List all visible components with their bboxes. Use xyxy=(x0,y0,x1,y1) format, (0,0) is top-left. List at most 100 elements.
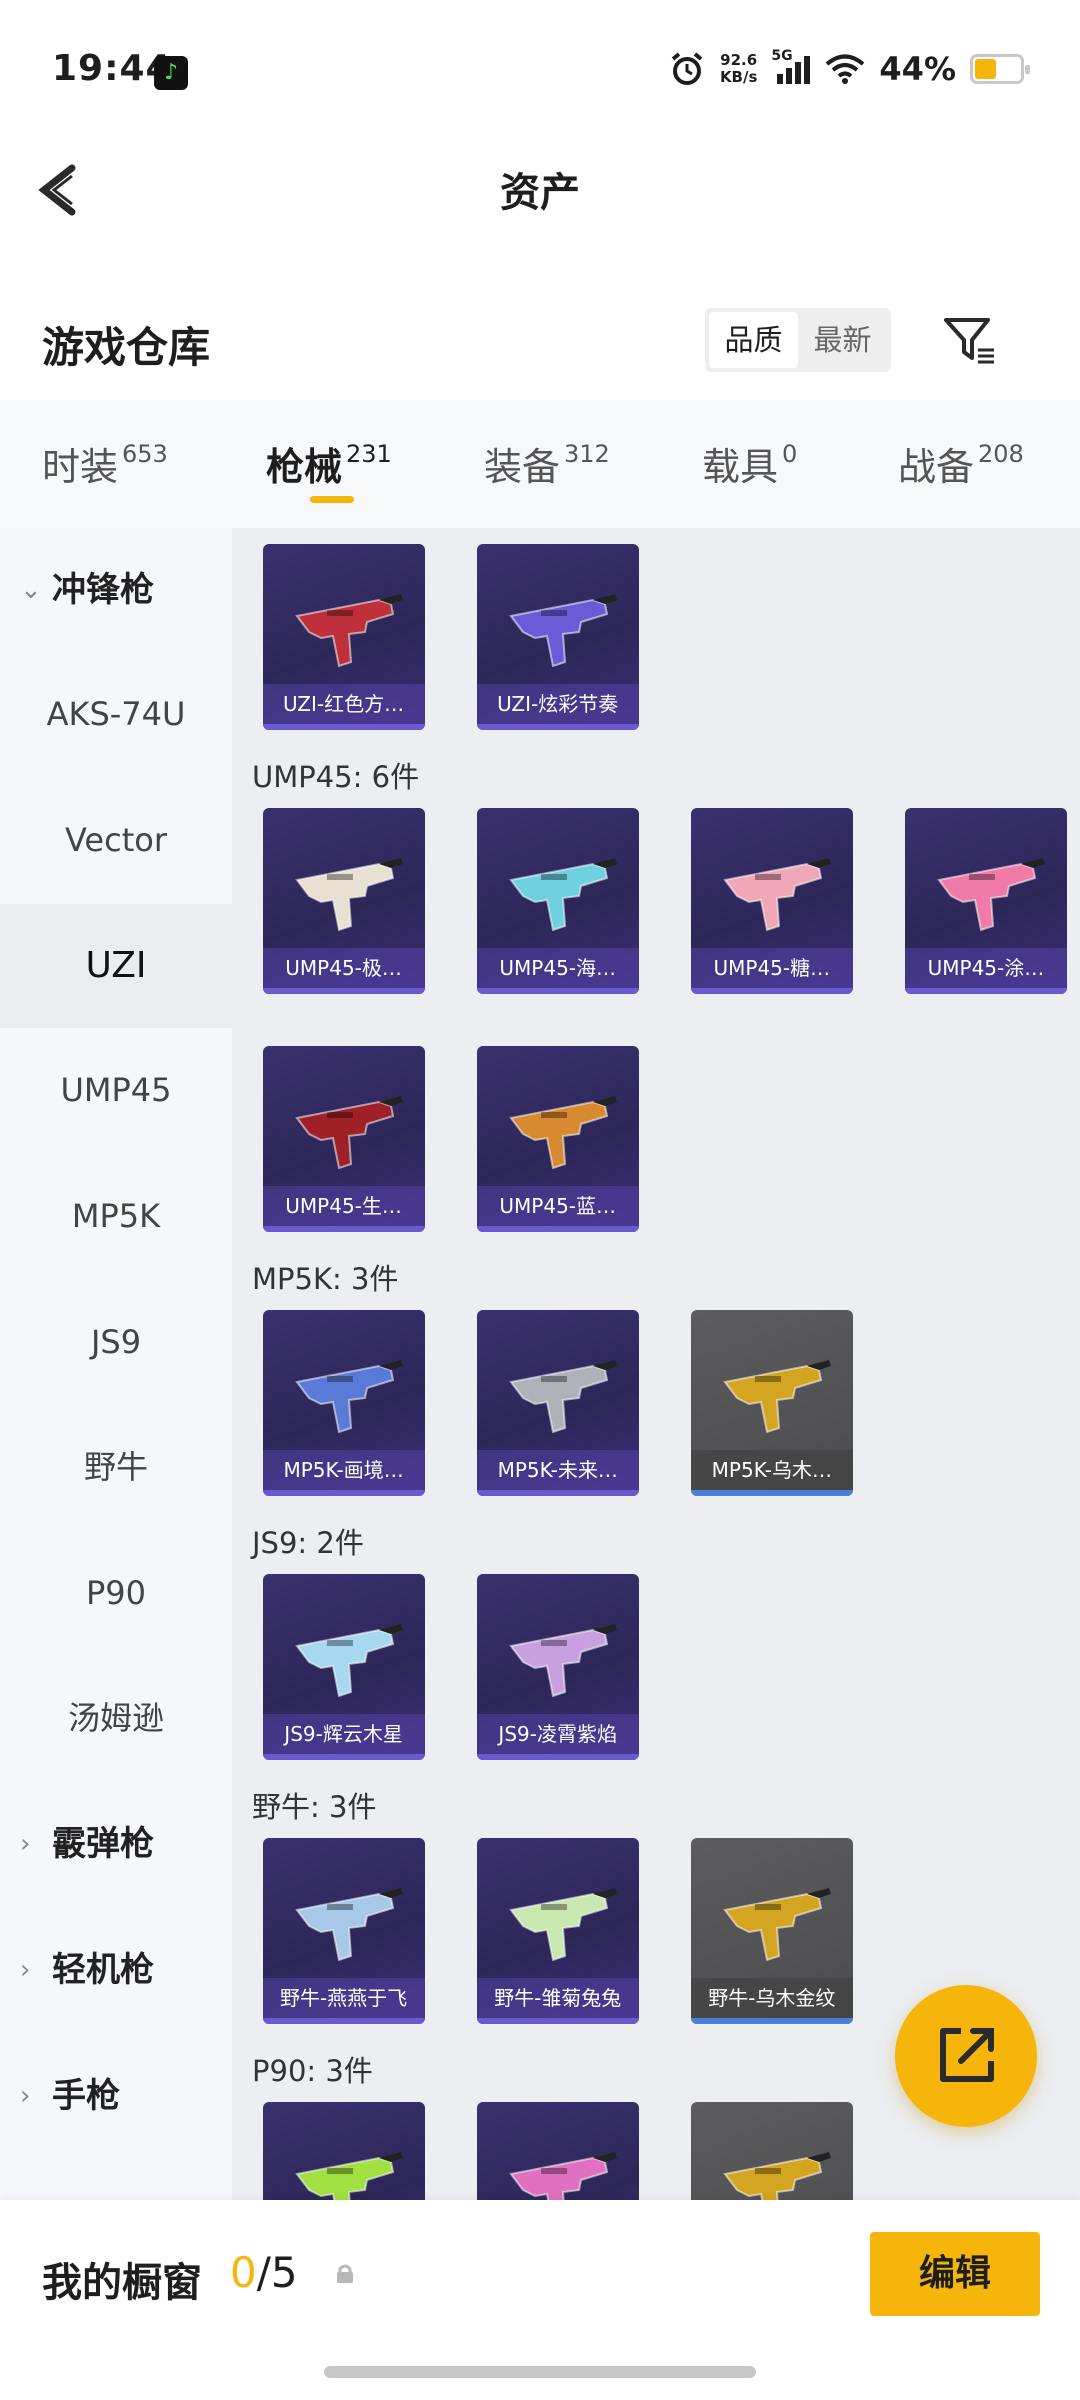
weapon-icon xyxy=(508,858,617,932)
weapon-card[interactable]: UZI-炫彩节奏 xyxy=(476,544,639,730)
section-title: 野牛: 3件 xyxy=(252,1790,377,1824)
weapon-card[interactable]: UZI-红色方… xyxy=(262,544,425,730)
section-title: UMP45: 6件 xyxy=(252,760,420,794)
page-title: 资产 xyxy=(500,170,580,216)
weapon-card-label: 野牛-乌木金纹 xyxy=(690,1978,853,2018)
rarity-bar xyxy=(690,2018,853,2024)
alarm-icon xyxy=(671,52,703,85)
sort-toggle: 品质 最新 xyxy=(705,308,891,372)
weapon-card[interactable]: 野牛-乌木金纹 xyxy=(690,1838,853,2024)
tab-equipment[interactable]: 装备 312 xyxy=(484,436,610,491)
battery-percent: 44% xyxy=(879,50,956,88)
tab-supplies[interactable]: 战备 208 xyxy=(898,436,1024,491)
weapon-card[interactable]: UMP45-糖… xyxy=(690,808,853,994)
weapon-card[interactable] xyxy=(690,2102,853,2200)
sidebar-item-uzi[interactable]: UZI xyxy=(0,904,232,1028)
sidebar-item-ump45[interactable]: UMP45 xyxy=(0,1028,232,1152)
filter-button[interactable] xyxy=(940,310,1000,370)
weapon-card[interactable] xyxy=(262,2102,425,2200)
sidebar-item-aks74u[interactable]: AKS-74U xyxy=(0,652,232,776)
category-tabs: 时装 653 枪械 231 装备 312 载具 0 战备 208 xyxy=(0,400,1080,528)
sort-quality-option[interactable]: 品质 xyxy=(709,312,798,368)
weapon-card[interactable]: MP5K-未来… xyxy=(476,1310,639,1496)
weapon-card-label: UZI-红色方… xyxy=(262,684,425,724)
share-fab[interactable] xyxy=(895,1985,1037,2127)
active-tab-indicator xyxy=(310,496,354,503)
weapon-card[interactable]: 野牛-燕燕于飞 xyxy=(262,1838,425,2024)
warehouse-title: 游戏仓库 xyxy=(42,323,211,372)
weapon-icon xyxy=(294,858,403,932)
sidebar-item-js9[interactable]: JS9 xyxy=(0,1280,232,1404)
sidebar-group-smg[interactable]: ⌄ 冲锋枪 xyxy=(0,528,232,652)
weapon-card-label: UZI-炫彩节奏 xyxy=(476,684,639,724)
rarity-bar xyxy=(262,1754,425,1760)
sidebar-item-bizon[interactable]: 野牛 xyxy=(0,1405,232,1529)
edit-button[interactable]: 编辑 xyxy=(870,2232,1040,2316)
app-header: 资产 xyxy=(0,140,1080,270)
wifi-icon xyxy=(826,54,865,84)
weapon-card[interactable]: JS9-凌霄紫焰 xyxy=(476,1574,639,1760)
rarity-bar xyxy=(262,724,425,730)
weapon-card-label: UMP45-糖… xyxy=(690,948,853,988)
chevron-right-icon: › xyxy=(20,2081,31,2111)
sidebar-group-lmg[interactable]: › 轻机枪 xyxy=(0,1908,232,2032)
weapon-card[interactable]: UMP45-蓝… xyxy=(476,1046,639,1232)
weapon-icon xyxy=(508,594,617,668)
rarity-bar xyxy=(476,1754,639,1760)
weapon-card-label: JS9-辉云木星 xyxy=(262,1714,425,1754)
weapon-card[interactable] xyxy=(476,2102,639,2200)
weapon-icon xyxy=(294,1360,403,1434)
weapon-icon xyxy=(294,1096,403,1170)
weapon-card[interactable]: JS9-辉云木星 xyxy=(262,1574,425,1760)
warehouse-header: 游戏仓库 品质 最新 xyxy=(0,290,1080,400)
weapon-card[interactable]: UMP45-生… xyxy=(262,1046,425,1232)
weapon-card[interactable]: UMP45-极… xyxy=(262,808,425,994)
weapon-card-label: 野牛-燕燕于飞 xyxy=(262,1978,425,2018)
weapon-card[interactable]: MP5K-乌木… xyxy=(690,1310,853,1496)
rarity-bar xyxy=(476,1490,639,1496)
weapon-card-label: 野牛-雏菊兔兔 xyxy=(476,1978,639,2018)
weapon-card-label: UMP45-生… xyxy=(262,1186,425,1226)
weapon-icon xyxy=(723,2152,831,2200)
weapon-icon xyxy=(723,1888,831,1962)
section-title: P90: 3件 xyxy=(252,2054,373,2088)
rarity-bar xyxy=(262,1226,425,1232)
weapon-card-label: UMP45-涂… xyxy=(904,948,1067,988)
sidebar-item-thompson[interactable]: 汤姆逊 xyxy=(0,1656,232,1780)
weapon-icon xyxy=(508,2152,617,2200)
weapon-icon xyxy=(294,1888,403,1962)
chevron-down-icon: ⌄ xyxy=(20,575,42,605)
weapon-icon xyxy=(723,1360,831,1434)
rarity-bar xyxy=(904,988,1067,994)
showcase-label: 我的橱窗 xyxy=(42,2260,202,2306)
sort-newest-option[interactable]: 最新 xyxy=(798,312,887,368)
weapon-card[interactable]: 野牛-雏菊兔兔 xyxy=(476,1838,639,2024)
weapon-card-label: MP5K-画境… xyxy=(262,1450,425,1490)
signal-icon: 5G xyxy=(771,48,811,86)
tab-guns[interactable]: 枪械 231 xyxy=(266,436,392,491)
showcase-bar: 我的橱窗 0/5 编辑 xyxy=(0,2200,1080,2400)
status-bar: 19:44 ♪ 92.6 KB/s 5G 44% xyxy=(0,0,1080,140)
weapon-icon xyxy=(294,2152,403,2200)
sidebar-group-shotgun[interactable]: › 霰弹枪 xyxy=(0,1782,232,1906)
weapon-card[interactable]: MP5K-画境… xyxy=(262,1310,425,1496)
sidebar-item-p90[interactable]: P90 xyxy=(0,1531,232,1655)
weapon-card-label: JS9-凌霄紫焰 xyxy=(476,1714,639,1754)
weapon-card-label: UMP45-极… xyxy=(262,948,425,988)
lock-icon xyxy=(337,2264,353,2283)
chevron-right-icon: › xyxy=(20,1829,31,1859)
section-title: MP5K: 3件 xyxy=(252,1262,399,1296)
weapon-card[interactable]: UMP45-海… xyxy=(476,808,639,994)
weapon-icon xyxy=(294,594,403,668)
weapon-icon xyxy=(508,1096,617,1170)
tab-fashion[interactable]: 时装 653 xyxy=(42,436,168,491)
sidebar-group-pistol[interactable]: › 手枪 xyxy=(0,2034,232,2158)
battery-icon xyxy=(970,54,1030,84)
weapon-card[interactable]: UMP45-涂… xyxy=(904,808,1067,994)
tab-vehicles[interactable]: 载具 0 xyxy=(702,436,797,491)
weapon-sidebar: ⌄ 冲锋枪 AKS-74U Vector UZI UMP45 MP5K JS9 野… xyxy=(0,528,232,2200)
sidebar-item-mp5k[interactable]: MP5K xyxy=(0,1154,232,1278)
sidebar-item-vector[interactable]: Vector xyxy=(0,778,232,902)
home-indicator[interactable] xyxy=(324,2366,756,2378)
weapon-icon xyxy=(723,858,831,932)
